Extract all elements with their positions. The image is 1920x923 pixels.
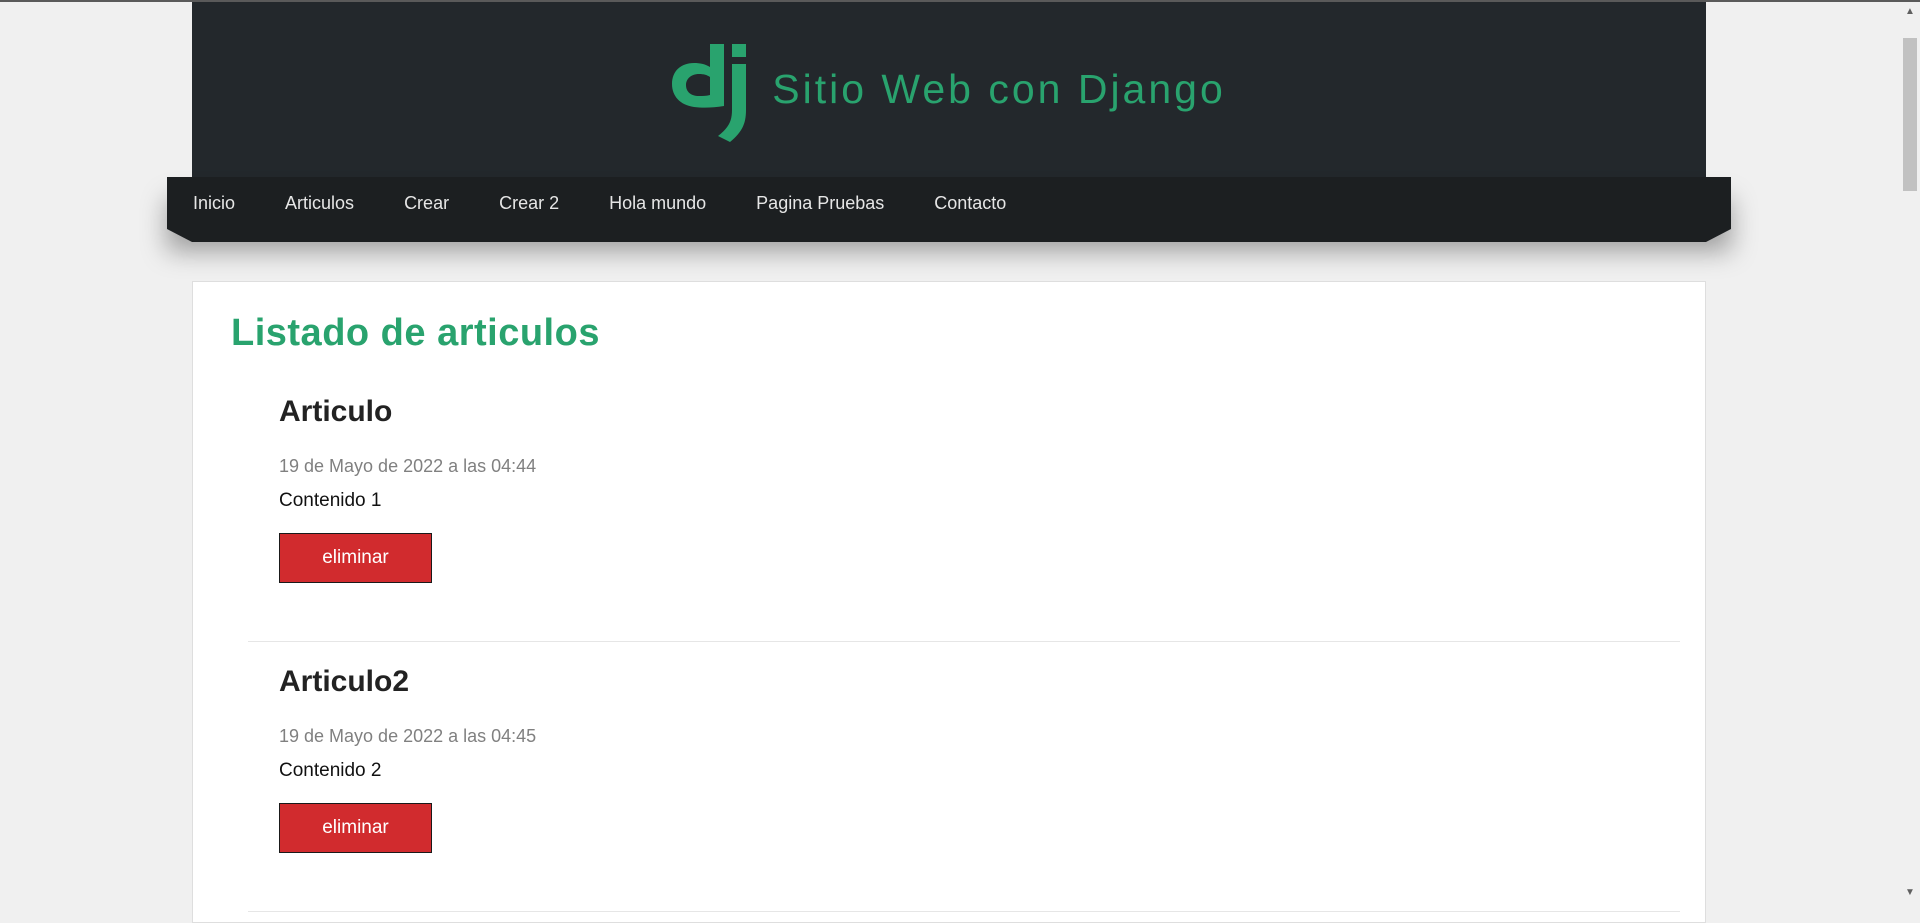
article-date: 19 de Mayo de 2022 a las 04:45 — [279, 726, 537, 746]
article-item: Articulo 19 de Mayo de 2022 a las 04:44 … — [248, 371, 1680, 642]
article-content: Contenido 2 — [279, 760, 382, 781]
site-header: Sitio Web con Django — [192, 2, 1706, 177]
delete-button[interactable]: eliminar — [279, 533, 432, 583]
nav-ribbon-edge — [167, 229, 1731, 242]
article-title: Articulo — [279, 395, 393, 428]
arrow-down-icon[interactable]: ▼ — [1900, 883, 1920, 901]
nav-item-pagina-pruebas[interactable]: Pagina Pruebas — [756, 193, 884, 213]
main-content: Listado de articulos Articulo 19 de Mayo… — [192, 281, 1706, 923]
django-logo-icon — [672, 43, 747, 142]
nav-item-crear-2[interactable]: Crear 2 — [499, 193, 559, 213]
site-title: Sitio Web con Django — [772, 66, 1226, 112]
article-content: Contenido 1 — [279, 490, 382, 511]
nav-item-contacto[interactable]: Contacto — [934, 193, 1006, 213]
page-title: Listado de articulos — [231, 312, 600, 354]
nav-item-crear[interactable]: Crear — [404, 193, 449, 213]
brand[interactable]: Sitio Web con Django — [192, 2, 1706, 177]
article-item: Articulo2 19 de Mayo de 2022 a las 04:45… — [248, 641, 1680, 912]
nav-item-inicio[interactable]: Inicio — [193, 193, 235, 213]
vertical-scrollbar[interactable] — [1900, 18, 1920, 901]
article-date: 19 de Mayo de 2022 a las 04:44 — [279, 456, 537, 476]
delete-button[interactable]: eliminar — [279, 803, 432, 853]
article-title: Articulo2 — [279, 665, 410, 698]
scrollbar-thumb[interactable] — [1903, 38, 1917, 191]
nav-item-hola-mundo[interactable]: Hola mundo — [609, 193, 706, 213]
nav-item-articulos[interactable]: Articulos — [285, 193, 354, 213]
main-nav: Inicio Articulos Crear Crear 2 Hola mund… — [167, 177, 1731, 229]
